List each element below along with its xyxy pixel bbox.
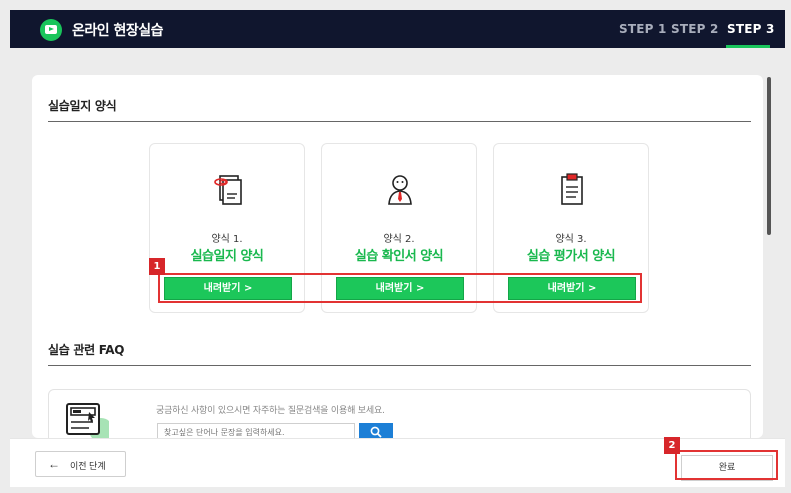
form-card-name: 실습 확인서 양식 [354, 249, 444, 264]
main-content[interactable]: 실습일지 양식 양식 1. 실습일지 양식 내려받기 > 양식 2. 실습 확인… [32, 75, 763, 438]
section-divider [48, 121, 751, 122]
search-board-icon [66, 403, 109, 438]
app-title: 온라인 현장실습 [72, 23, 164, 39]
app-logo-icon [40, 19, 62, 41]
content-scrollbar[interactable] [767, 77, 771, 235]
annotation-highlight-download-buttons [158, 273, 642, 303]
form-card-number: 양식 1. [211, 234, 243, 245]
step-2-indicator: STEP 2 [671, 22, 719, 36]
search-icon [370, 426, 382, 438]
faq-search-input[interactable] [157, 423, 355, 438]
arrow-left-icon: ← [48, 457, 60, 471]
annotation-badge-1: 1 [149, 258, 165, 275]
form-card-number: 양식 3. [555, 234, 587, 245]
top-header: 온라인 현장실습 STEP 1 STEP 2 STEP 3 [10, 10, 785, 48]
previous-step-button[interactable]: ← 이전 단계 [35, 451, 126, 477]
form-card-number: 양식 2. [383, 234, 415, 245]
faq-help-text: 궁금하신 사항이 있으시면 자주하는 질문검색을 이용해 보세요. [156, 406, 385, 416]
step-3-indicator: STEP 3 [727, 22, 775, 36]
section-divider [48, 365, 751, 366]
forms-section-title: 실습일지 양식 [48, 99, 117, 113]
faq-section-title: 실습 관련 FAQ [48, 343, 125, 357]
form-card-name: 실습일지 양식 [190, 249, 264, 264]
active-step-underline [726, 45, 770, 48]
clipboard-icon [561, 173, 583, 205]
faq-search-box: 궁금하신 사항이 있으시면 자주하는 질문검색을 이용해 보세요. [48, 389, 751, 438]
person-tie-icon [388, 175, 412, 205]
annotation-highlight-complete-button [675, 450, 778, 480]
faq-search-button[interactable] [359, 423, 393, 438]
previous-step-label: 이전 단계 [70, 461, 106, 471]
step-1-indicator: STEP 1 [619, 22, 667, 36]
document-clip-icon [214, 175, 242, 205]
form-card-name: 실습 평가서 양식 [526, 249, 616, 264]
annotation-badge-2: 2 [664, 437, 680, 454]
